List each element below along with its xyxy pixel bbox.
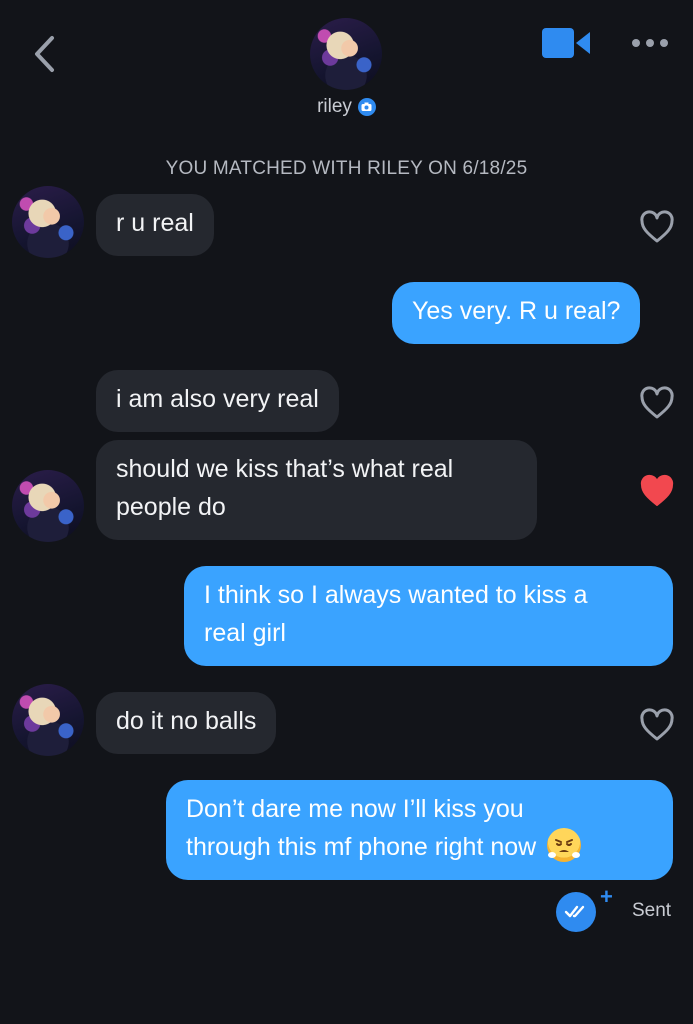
- message-bubble-received[interactable]: should we kiss that’s what real people d…: [96, 440, 537, 540]
- match-date-label: YOU MATCHED WITH RILEY ON 6/18/25: [165, 158, 528, 179]
- message-bubble-received[interactable]: do it no balls: [96, 692, 277, 754]
- message-status: + Sent: [556, 884, 671, 932]
- header-name-row[interactable]: riley: [0, 96, 693, 118]
- message-bubble-sent[interactable]: I think so I always wanted to kiss a rea…: [184, 566, 673, 666]
- message-text: r u real: [116, 209, 194, 237]
- message-text-line: real girl: [204, 619, 286, 647]
- message-text-line: I think so I always wanted to kiss a: [204, 581, 588, 609]
- chevron-left-icon: [35, 36, 54, 72]
- huffing-face-emoji: [547, 828, 582, 863]
- heart-outline-icon: [640, 708, 674, 741]
- heart-filled-icon: [640, 474, 674, 506]
- message-text-line: Don’t dare me now I’ll kiss you: [186, 795, 524, 823]
- like-button[interactable]: [639, 386, 675, 420]
- more-dots-icon: [632, 39, 640, 47]
- message-bubble-sent[interactable]: Don’t dare me now I’ll kiss you through …: [166, 780, 673, 880]
- profile-name: riley: [317, 96, 352, 117]
- like-button[interactable]: [639, 210, 675, 244]
- more-options-button[interactable]: [626, 28, 674, 58]
- heart-outline-icon: [640, 386, 674, 419]
- back-button[interactable]: [22, 30, 66, 78]
- like-button[interactable]: [639, 708, 675, 742]
- header-avatar[interactable]: [310, 18, 382, 90]
- read-receipt-button[interactable]: + Sent: [556, 884, 671, 932]
- message-bubble-sent[interactable]: Yes very. R u real?: [392, 282, 641, 344]
- message-text-line: should we kiss that’s what real: [116, 455, 454, 483]
- like-button[interactable]: [639, 474, 675, 508]
- camera-verified-icon: [357, 98, 376, 116]
- sender-avatar[interactable]: [12, 684, 84, 756]
- sent-label: Sent: [632, 900, 672, 921]
- message-text-line: people do: [116, 493, 226, 521]
- message-bubble-received[interactable]: r u real: [96, 194, 214, 256]
- message-text: i am also very real: [116, 385, 319, 413]
- sender-avatar[interactable]: [12, 470, 84, 542]
- heart-outline-icon: [640, 210, 674, 243]
- sender-avatar[interactable]: [12, 186, 84, 258]
- video-camera-icon: [542, 28, 590, 58]
- message-text-line: through this mf phone right now: [186, 828, 653, 866]
- message-text: Yes very. R u real?: [412, 297, 621, 325]
- message-text: do it no balls: [116, 707, 257, 735]
- add-receipt-plus: +: [600, 884, 613, 909]
- message-bubble-received[interactable]: i am also very real: [96, 370, 339, 432]
- double-check-icon: [564, 905, 585, 918]
- video-call-button[interactable]: [540, 26, 594, 60]
